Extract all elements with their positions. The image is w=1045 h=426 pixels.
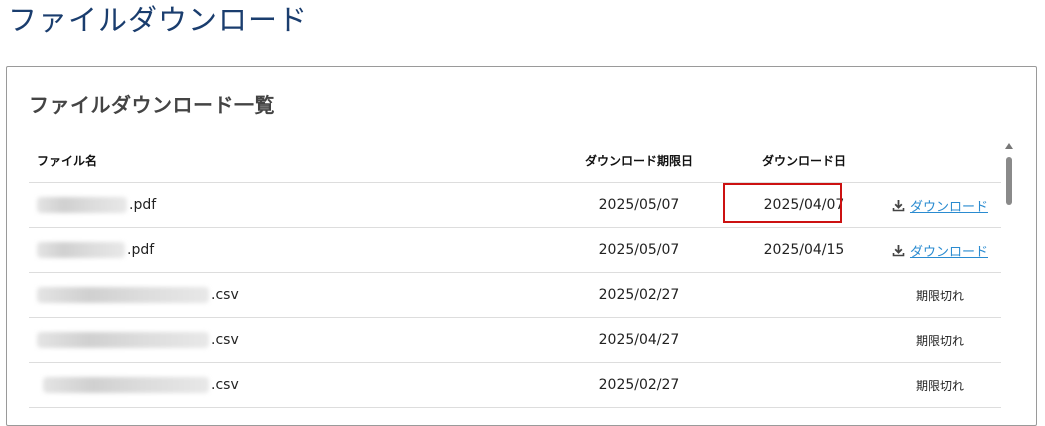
file-extension: .csv — [211, 332, 239, 348]
scrollbar-thumb[interactable] — [1006, 157, 1012, 205]
expired-status: 期限切れ — [915, 333, 964, 348]
table-row: .pdf 2025/05/07 2025/04/15 ダウンロード — [29, 228, 1001, 273]
file-name-cell: .csv — [37, 363, 537, 407]
file-extension: .csv — [211, 377, 239, 393]
action-cell: 期限切れ — [879, 273, 1001, 317]
expired-status: 期限切れ — [915, 288, 964, 303]
table-row: .csv 2025/04/27 期限切れ — [29, 318, 1001, 363]
file-extension: .pdf — [129, 197, 157, 213]
download-link-label: ダウンロード — [909, 199, 988, 215]
file-name-cell: .csv — [37, 318, 537, 362]
redacted-file-name — [43, 377, 209, 393]
download-date-cell — [729, 363, 879, 407]
download-icon — [892, 199, 905, 211]
redacted-file-name — [37, 242, 125, 258]
deadline-cell: 2025/05/07 — [598, 242, 680, 258]
deadline-cell: 2025/02/27 — [598, 377, 680, 393]
file-table: ファイル名 ダウンロード期限日 ダウンロード日 .pdf 2025/05/07 … — [29, 139, 1001, 408]
redacted-file-name — [37, 197, 127, 213]
download-link[interactable]: ダウンロード — [892, 196, 988, 215]
card-title: ファイルダウンロード一覧 — [29, 93, 275, 117]
file-name-cell: .pdf — [37, 183, 537, 227]
file-extension: .pdf — [127, 242, 155, 258]
download-date-cell — [729, 273, 879, 317]
header-file-name: ファイル名 — [37, 154, 98, 168]
redacted-file-name — [37, 287, 209, 303]
download-date-cell: 2025/04/15 — [763, 242, 845, 258]
file-name-cell: .csv — [37, 273, 537, 317]
table-row: .csv 2025/02/27 期限切れ — [29, 273, 1001, 318]
action-cell: ダウンロード — [879, 183, 1001, 227]
download-date-cell: 2025/04/07 — [763, 197, 845, 213]
header-download-date: ダウンロード日 — [761, 154, 846, 168]
table-header-row: ファイル名 ダウンロード期限日 ダウンロード日 — [29, 139, 1001, 183]
download-link[interactable]: ダウンロード — [892, 241, 988, 260]
download-date-cell — [729, 318, 879, 362]
table-row: .csv 2025/02/27 期限切れ — [29, 363, 1001, 408]
download-link-label: ダウンロード — [909, 244, 988, 260]
download-icon — [892, 244, 905, 256]
page-title: ファイルダウンロード — [8, 3, 309, 37]
action-cell: 期限切れ — [879, 363, 1001, 407]
table-row: .pdf 2025/05/07 2025/04/07 ダウンロード — [29, 183, 1001, 228]
header-action — [879, 139, 1001, 182]
deadline-cell: 2025/05/07 — [598, 197, 680, 213]
redacted-file-name — [37, 332, 209, 348]
action-cell: ダウンロード — [879, 228, 1001, 272]
deadline-cell: 2025/02/27 — [598, 287, 680, 303]
vertical-scrollbar[interactable] — [1004, 143, 1014, 425]
file-download-card: ファイルダウンロード一覧 ファイル名 ダウンロード期限日 ダウンロード日 .pd… — [6, 66, 1037, 426]
header-download-deadline: ダウンロード期限日 — [584, 154, 693, 168]
action-cell: 期限切れ — [879, 318, 1001, 362]
deadline-cell: 2025/04/27 — [598, 332, 680, 348]
file-name-cell: .pdf — [37, 228, 537, 272]
expired-status: 期限切れ — [915, 378, 964, 393]
file-extension: .csv — [211, 287, 239, 303]
arrow-up-icon[interactable] — [1005, 143, 1013, 149]
